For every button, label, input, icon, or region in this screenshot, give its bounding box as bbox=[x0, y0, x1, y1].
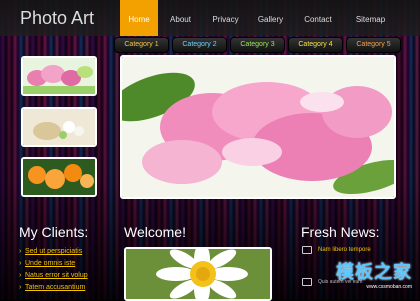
category-tabs: Category 1 Category 2 Category 3 Categor… bbox=[114, 37, 401, 53]
nav-privacy[interactable]: Privacy bbox=[203, 0, 248, 36]
category-label: Category 5 bbox=[356, 41, 391, 48]
watermark-url: www.cssmoban.com bbox=[366, 284, 412, 290]
nav-gallery[interactable]: Gallery bbox=[248, 0, 293, 36]
nav-sitemap[interactable]: Sitemap bbox=[343, 0, 398, 36]
client-link[interactable]: Tatem accusantium bbox=[19, 282, 88, 294]
welcome-title: Welcome! bbox=[124, 224, 186, 240]
clients-title: My Clients: bbox=[19, 224, 89, 240]
nav-home[interactable]: Home bbox=[120, 0, 158, 36]
news-item[interactable]: Nam libero tempore bbox=[302, 246, 371, 254]
category-label: Category 3 bbox=[240, 41, 275, 48]
category-tab-3[interactable]: Category 3 bbox=[230, 37, 285, 53]
clients-list: Sed ut perspiciatis Unde omnis iste Natu… bbox=[19, 246, 88, 294]
category-tab-5[interactable]: Category 5 bbox=[346, 37, 401, 53]
thumbnail-flowers-1[interactable] bbox=[21, 56, 97, 96]
site-logo[interactable]: Photo Art bbox=[20, 8, 94, 29]
comment-icon bbox=[302, 278, 312, 286]
category-tab-4[interactable]: Category 4 bbox=[288, 37, 343, 53]
thumbnail-roses[interactable] bbox=[21, 157, 97, 197]
watermark-text: 模板之家 bbox=[336, 262, 412, 282]
client-link[interactable]: Sed ut perspiciatis bbox=[19, 246, 88, 258]
category-tab-1[interactable]: Category 1 bbox=[114, 37, 169, 53]
category-label: Category 4 bbox=[298, 41, 333, 48]
category-label: Category 2 bbox=[182, 41, 217, 48]
comment-icon bbox=[302, 246, 312, 254]
category-tab-2[interactable]: Category 2 bbox=[172, 37, 227, 53]
welcome-image[interactable] bbox=[124, 247, 272, 301]
orange-roses-image bbox=[23, 159, 95, 195]
main-nav: Home About Privacy Gallery Contact Sitem… bbox=[120, 0, 398, 36]
daisy-image bbox=[126, 249, 270, 299]
thumbnail-spa[interactable] bbox=[21, 107, 97, 147]
pink-flowers-image bbox=[23, 58, 95, 94]
news-title: Fresh News: bbox=[301, 224, 380, 240]
watermark: 模板之家 www.cssmoban.com bbox=[336, 258, 412, 290]
header: Photo Art Home About Privacy Gallery Con… bbox=[0, 0, 420, 36]
nav-contact[interactable]: Contact bbox=[293, 0, 343, 36]
news-title-link[interactable]: Nam libero tempore bbox=[318, 247, 371, 253]
client-link[interactable]: Unde omnis iste bbox=[19, 258, 88, 270]
spa-image bbox=[23, 109, 95, 145]
nav-about[interactable]: About bbox=[158, 0, 203, 36]
category-label: Category 1 bbox=[124, 41, 159, 48]
client-link[interactable]: Natus error sit volup bbox=[19, 270, 88, 282]
pink-tulips-image bbox=[122, 57, 394, 197]
featured-image[interactable] bbox=[120, 55, 396, 199]
